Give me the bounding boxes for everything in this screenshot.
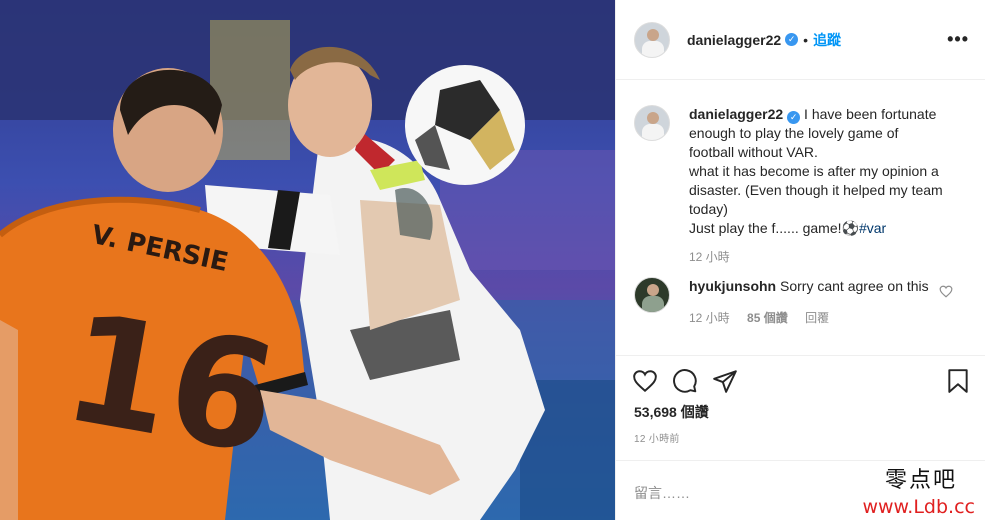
caption-avatar[interactable] xyxy=(634,105,670,141)
bookmark-icon[interactable] xyxy=(947,368,969,394)
hashtag-link[interactable]: #var xyxy=(859,220,886,236)
follow-button[interactable]: 追蹤 xyxy=(813,30,841,50)
caption-meta: 12 小時 xyxy=(689,248,944,267)
likes-count[interactable]: 53,698 個讚 xyxy=(616,394,985,422)
comment-time[interactable]: 12 小時 xyxy=(689,311,730,325)
verified-badge-icon: ✓ xyxy=(787,111,801,124)
jersey-number-text: 16 xyxy=(53,281,289,489)
caption-line-3: Just play the f...... game!⚽ xyxy=(689,220,859,236)
caption-time[interactable]: 12 小時 xyxy=(689,250,730,264)
post-time[interactable]: 12 小時前 xyxy=(616,422,985,445)
comments-section[interactable]: danielagger22 ✓ I have been fortunate eno… xyxy=(616,80,985,356)
post-header: danielagger22 ✓ • 追蹤 ••• xyxy=(616,0,985,80)
caption-username[interactable]: danielagger22 xyxy=(689,106,783,122)
share-icon[interactable] xyxy=(712,368,738,394)
comment-heart-icon[interactable] xyxy=(939,285,953,298)
comment-meta: 12 小時 85 個讚 回覆 xyxy=(689,309,944,328)
reply-button[interactable]: 回覆 xyxy=(805,311,829,325)
post-photo[interactable]: V. PERSIE 16 xyxy=(0,0,615,520)
football-photo-illustration: V. PERSIE 16 xyxy=(0,0,615,520)
action-bar xyxy=(616,356,985,394)
comment-text: hyukjunsohn Sorry cant agree on this 12 … xyxy=(689,277,944,328)
caption-text: danielagger22 ✓ I have been fortunate eno… xyxy=(689,105,944,267)
comment-icon[interactable] xyxy=(672,368,698,394)
verified-badge-icon: ✓ xyxy=(785,33,799,46)
author-username[interactable]: danielagger22 xyxy=(687,32,781,48)
comment-likes[interactable]: 85 個讚 xyxy=(747,311,788,325)
more-options-icon[interactable]: ••• xyxy=(947,29,969,50)
watermark-url: www.Ldb.cc xyxy=(862,496,975,518)
comment-item: hyukjunsohn Sorry cant agree on this 12 … xyxy=(634,277,967,328)
comment-body: Sorry cant agree on this xyxy=(780,278,929,294)
commenter-avatar[interactable] xyxy=(634,277,670,313)
instagram-post: V. PERSIE 16 danielagger22 ✓ • 追蹤 ••• da… xyxy=(0,0,985,520)
separator-dot: • xyxy=(803,31,809,48)
caption: danielagger22 ✓ I have been fortunate eno… xyxy=(634,105,967,267)
heart-icon[interactable] xyxy=(632,369,658,393)
watermark-chinese: 零点吧 xyxy=(884,468,957,493)
post-side-panel: danielagger22 ✓ • 追蹤 ••• danielagger22 ✓ … xyxy=(615,0,985,520)
author-avatar[interactable] xyxy=(634,21,670,58)
caption-line-2: what it has become is after my opinion a… xyxy=(689,163,943,217)
commenter-username[interactable]: hyukjunsohn xyxy=(689,278,776,294)
